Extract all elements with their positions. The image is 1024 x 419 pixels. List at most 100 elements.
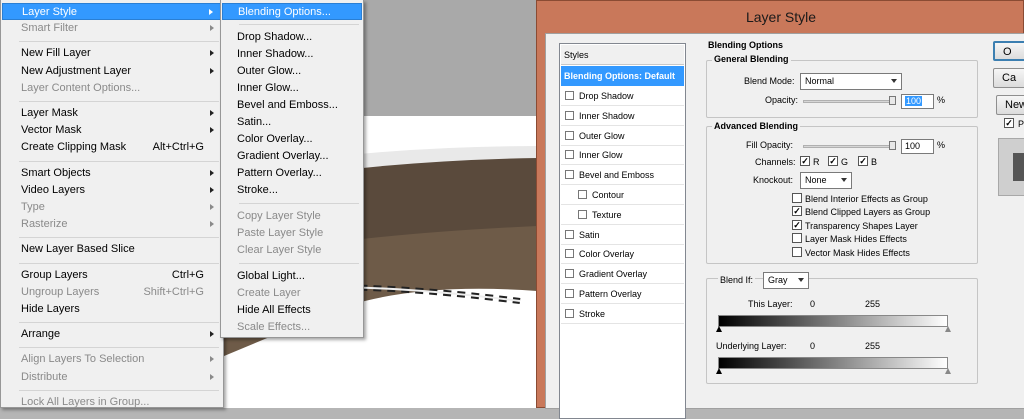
submenu-item-pattern-overlay[interactable]: Pattern Overlay... xyxy=(222,165,362,182)
underlying-layer-max: 255 xyxy=(865,341,881,351)
styles-item-pattern-overlay[interactable]: Pattern Overlay xyxy=(561,284,684,304)
styles-item-drop-shadow[interactable]: Drop Shadow xyxy=(561,86,684,106)
styles-item-gradient-overlay[interactable]: Gradient Overlay xyxy=(561,264,684,285)
submenu-item-drop-shadow[interactable]: Drop Shadow... xyxy=(222,29,362,46)
this-layer-white-handle[interactable] xyxy=(945,326,951,332)
submenu-item-inner-glow[interactable]: Inner Glow... xyxy=(222,80,362,97)
preview-checkbox[interactable]: ✓ xyxy=(1004,118,1014,128)
menu-item-new-fill-layer[interactable]: New Fill Layer xyxy=(2,45,222,62)
submenu-item-inner-shadow[interactable]: Inner Shadow... xyxy=(222,46,362,63)
channel-b-checkbox[interactable]: ✓ xyxy=(858,156,868,166)
menu-item-rasterize: Rasterize xyxy=(2,216,222,233)
menu-item-arrange[interactable]: Arrange xyxy=(2,326,222,343)
menu-item-label: Inner Shadow... xyxy=(237,48,314,60)
knockout-value: None xyxy=(805,175,827,185)
blend-if-select[interactable]: Gray xyxy=(763,272,809,289)
styles-item-stroke[interactable]: Stroke xyxy=(561,304,684,324)
styles-item-contour[interactable]: Contour xyxy=(561,185,684,205)
style-checkbox[interactable] xyxy=(565,150,574,160)
submenu-item-global-light[interactable]: Global Light... xyxy=(222,268,362,285)
menu-item-layer-mask[interactable]: Layer Mask xyxy=(2,105,222,122)
underlying-white-handle[interactable] xyxy=(945,368,951,374)
style-checkbox[interactable] xyxy=(565,170,574,180)
cancel-button[interactable]: Ca xyxy=(993,68,1024,88)
style-label: Satin xyxy=(579,229,600,240)
submenu-item-satin[interactable]: Satin... xyxy=(222,114,362,131)
opacity-slider-handle[interactable] xyxy=(889,96,896,105)
chevron-right-icon xyxy=(210,67,214,74)
styles-item-blending-options[interactable]: Blending Options: Default xyxy=(561,66,684,86)
styles-item-inner-shadow[interactable]: Inner Shadow xyxy=(561,106,684,126)
advanced-checkbox[interactable] xyxy=(792,246,802,257)
menu-item-group-layers[interactable]: Group Layers Ctrl+G xyxy=(2,267,222,284)
menu-item-vector-mask[interactable]: Vector Mask xyxy=(2,122,222,139)
opacity-input[interactable]: 100 xyxy=(901,94,934,109)
submenu-item-stroke[interactable]: Stroke... xyxy=(222,182,362,199)
channel-g-checkbox[interactable]: ✓ xyxy=(828,156,838,166)
menu-item-smart-objects[interactable]: Smart Objects xyxy=(2,165,222,182)
submenu-item-blending-options[interactable]: Blending Options... xyxy=(222,3,362,20)
advanced-checkbox[interactable] xyxy=(792,193,802,203)
advanced-checkbox-label: Blend Clipped Layers as Group xyxy=(805,207,931,218)
fill-opacity-slider[interactable] xyxy=(803,145,895,148)
menu-item-video-layers[interactable]: Video Layers xyxy=(2,182,222,199)
styles-item-color-overlay[interactable]: Color Overlay xyxy=(561,244,684,265)
menu-item-create-clipping-mask[interactable]: Create Clipping Mask Alt+Ctrl+G xyxy=(2,139,222,156)
channel-r-checkbox[interactable]: ✓ xyxy=(800,156,810,166)
styles-item-inner-glow[interactable]: Inner Glow xyxy=(561,145,684,166)
menu-item-label: Outer Glow... xyxy=(237,65,302,77)
style-label: Texture xyxy=(592,209,622,220)
style-checkbox[interactable] xyxy=(565,269,574,279)
advanced-checkbox[interactable] xyxy=(792,233,802,244)
menu-item-label: Satin... xyxy=(237,116,272,128)
style-checkbox[interactable] xyxy=(565,110,574,120)
underlying-layer-gradient[interactable] xyxy=(718,357,948,369)
submenu-item-bevel-and-emboss[interactable]: Bevel and Emboss... xyxy=(222,97,362,114)
advanced-checkbox-label: Blend Interior Effects as Group xyxy=(805,194,928,204)
style-checkbox[interactable] xyxy=(565,308,574,318)
advanced-checkbox[interactable]: ✓ xyxy=(792,206,802,217)
menu-item-label: Paste Layer Style xyxy=(237,227,324,239)
menu-item-type: Type xyxy=(2,199,222,216)
menu-item-new-adjustment-layer[interactable]: New Adjustment Layer xyxy=(2,63,222,80)
submenu-item-gradient-overlay[interactable]: Gradient Overlay... xyxy=(222,148,362,165)
styles-item-bevel-and-emboss[interactable]: Bevel and Emboss xyxy=(561,165,684,186)
style-checkbox[interactable] xyxy=(578,190,587,199)
menu-separator xyxy=(19,237,219,239)
styles-item-texture[interactable]: Texture xyxy=(561,205,684,225)
this-layer-black-handle[interactable] xyxy=(716,326,722,332)
style-checkbox[interactable] xyxy=(565,229,574,239)
blend-mode-select[interactable]: Normal xyxy=(800,73,902,90)
new-style-button[interactable]: New xyxy=(996,95,1024,115)
menu-separator xyxy=(19,41,219,43)
fill-opacity-input[interactable]: 100 xyxy=(901,139,934,154)
menu-item-ungroup-layers: Ungroup Layers Shift+Ctrl+G xyxy=(2,284,222,301)
style-checkbox[interactable] xyxy=(565,91,574,100)
dialog-title[interactable]: Layer Style xyxy=(537,1,1024,33)
styles-item-satin[interactable]: Satin xyxy=(561,225,684,245)
menu-item-label: Layer Style xyxy=(22,6,78,18)
ok-button[interactable]: O xyxy=(993,41,1024,61)
opacity-slider[interactable] xyxy=(803,100,895,103)
style-checkbox[interactable] xyxy=(578,209,587,219)
advanced-checkbox[interactable]: ✓ xyxy=(792,219,802,230)
knockout-select[interactable]: None xyxy=(800,172,852,189)
fill-opacity-slider-handle[interactable] xyxy=(889,141,896,150)
menu-item-label: Type xyxy=(21,201,45,213)
menu-item-layer-style[interactable]: Layer Style xyxy=(2,3,222,20)
opacity-percent: % xyxy=(937,95,946,105)
submenu-item-color-overlay[interactable]: Color Overlay... xyxy=(222,131,362,148)
menu-item-new-layer-based-slice[interactable]: New Layer Based Slice xyxy=(2,241,222,258)
styles-item-outer-glow[interactable]: Outer Glow xyxy=(561,126,684,146)
style-checkbox[interactable] xyxy=(565,249,574,259)
menu-item-hide-layers[interactable]: Hide Layers xyxy=(2,301,222,318)
style-label: Pattern Overlay xyxy=(579,289,642,299)
this-layer-gradient[interactable] xyxy=(718,315,948,327)
submenu-item-outer-glow[interactable]: Outer Glow... xyxy=(222,63,362,80)
styles-header[interactable]: Styles xyxy=(561,45,684,65)
underlying-black-handle[interactable] xyxy=(716,368,722,374)
menu-item-label: New Adjustment Layer xyxy=(21,64,132,77)
style-checkbox[interactable] xyxy=(565,130,574,140)
submenu-item-hide-all-effects[interactable]: Hide All Effects xyxy=(222,302,362,319)
style-checkbox[interactable] xyxy=(565,289,574,298)
